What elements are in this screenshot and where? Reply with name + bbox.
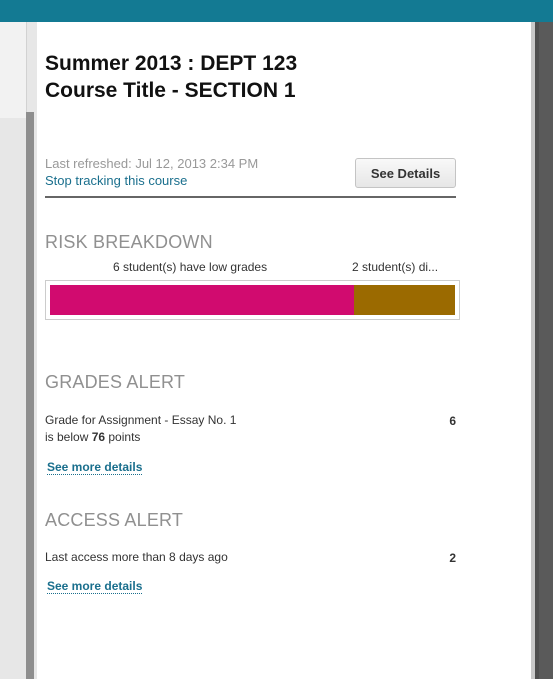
grades-alert-heading: GRADES ALERT: [45, 372, 186, 392]
grades-alert-description: Grade for Assignment - Essay No. 1 is be…: [45, 412, 236, 446]
course-title: Summer 2013 : DEPT 123 Course Title - SEC…: [45, 50, 465, 104]
access-see-more-link[interactable]: See more details: [47, 579, 143, 594]
grades-see-more-link[interactable]: See more details: [47, 460, 143, 475]
grades-alert-desc-prefix: is below: [45, 430, 92, 444]
course-title-line2: Course Title - SECTION 1: [45, 79, 296, 102]
risk-segment-label-access: 2 student(s) di...: [352, 260, 439, 274]
risk-segment-low-grades[interactable]: [50, 285, 354, 315]
left-pane-strip: [0, 22, 27, 118]
access-alert-heading: ACCESS ALERT: [45, 510, 184, 530]
grades-alert-threshold: 76: [91, 430, 106, 444]
header-divider: [45, 196, 456, 198]
see-details-button[interactable]: See Details: [355, 158, 456, 188]
grades-alert-desc-line1: Grade for Assignment - Essay No. 1: [45, 413, 237, 427]
left-scrollbar[interactable]: [26, 112, 34, 679]
course-title-line1: Summer 2013 : DEPT 123: [45, 52, 298, 75]
risk-segment-label-low-grades: 6 student(s) have low grades: [113, 260, 268, 274]
access-alert-count: 2: [449, 551, 456, 565]
access-alert-description: Last access more than 8 days ago: [45, 550, 228, 564]
stop-tracking-link[interactable]: Stop tracking this course: [45, 173, 187, 188]
last-refreshed-text: Last refreshed: Jul 12, 2013 2:34 PM: [45, 156, 259, 171]
top-header-bar: [0, 0, 553, 22]
grades-alert-count: 6: [449, 414, 456, 428]
right-scrollbar[interactable]: [539, 22, 553, 679]
risk-breakdown-bar: [45, 280, 460, 320]
risk-breakdown-heading: RISK BREAKDOWN: [45, 232, 213, 252]
grades-alert-desc-suffix: points: [105, 430, 141, 444]
risk-segment-access[interactable]: [354, 285, 455, 315]
